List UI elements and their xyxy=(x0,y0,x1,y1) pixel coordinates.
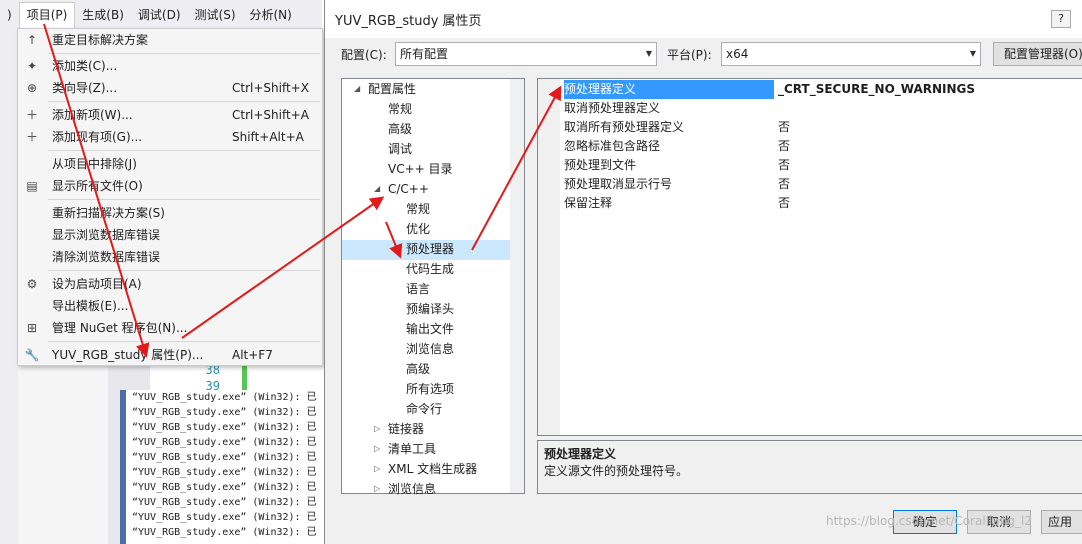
arrow-cpp-to-preprocessor xyxy=(385,221,403,259)
arrow-properties-to-cpp xyxy=(181,196,385,339)
arrow-preprocessor-to-definitions xyxy=(471,85,562,251)
annotation-arrows xyxy=(43,23,562,358)
arrow-menu-to-properties xyxy=(43,23,150,358)
